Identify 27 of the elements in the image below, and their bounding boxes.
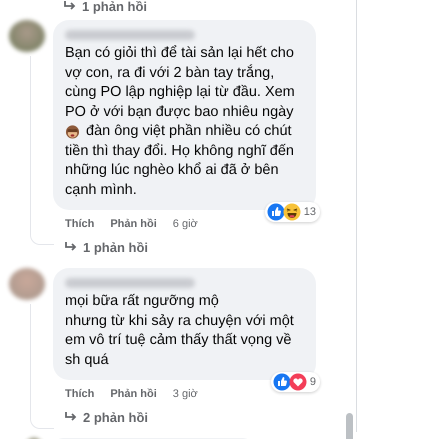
reply-arrow-icon bbox=[64, 1, 76, 11]
comment-action-link[interactable]: Phản hồi bbox=[110, 388, 157, 400]
avatar[interactable] bbox=[9, 20, 45, 52]
view-replies-link[interactable]: 1 phản hồi bbox=[64, 0, 147, 16]
avatar[interactable] bbox=[9, 268, 45, 300]
view-replies-link[interactable]: 2 phản hồi bbox=[65, 407, 148, 427]
comment-time[interactable]: 3 giờ bbox=[172, 388, 198, 400]
reaction-badge[interactable]: 9 bbox=[270, 372, 320, 392]
comment-action-link[interactable]: Thích bbox=[65, 388, 94, 400]
like-reaction-icon bbox=[266, 203, 285, 221]
comment-action-link[interactable]: Thích bbox=[65, 218, 94, 230]
reply-arrow-icon bbox=[65, 242, 77, 252]
comment-action-link[interactable]: Phản hồi bbox=[110, 218, 157, 230]
comment-text: mọi bữa rất ngưỡng mộ nhưng từ khi sảy ra chuyện với một em vô trí tuệ cảm thấy thất vọng về sh quá bbox=[65, 292, 295, 370]
monkey-emoji-icon bbox=[65, 124, 80, 140]
comment-time[interactable]: 6 giờ bbox=[172, 218, 198, 230]
comment-text: đàn ông việt phần nhiều có chút bbox=[86, 122, 292, 141]
like-reaction-icon bbox=[272, 373, 291, 391]
reply-arrow-icon bbox=[65, 412, 77, 422]
reaction-count: 9 bbox=[310, 376, 316, 388]
laughing-reaction-icon bbox=[282, 203, 301, 221]
reaction-badge[interactable]: 13 bbox=[264, 202, 320, 222]
comment-text: tiền thì thay đổi. Họ không nghĩ đến những lúc nghèo khổ ai đã ở bên cạnh mình. bbox=[65, 142, 295, 200]
heart-reaction-icon bbox=[288, 373, 307, 391]
scrollbar-thumb[interactable] bbox=[346, 413, 353, 439]
view-replies-link[interactable]: 1 phản hồi bbox=[65, 237, 148, 257]
reaction-count: 13 bbox=[304, 206, 316, 218]
